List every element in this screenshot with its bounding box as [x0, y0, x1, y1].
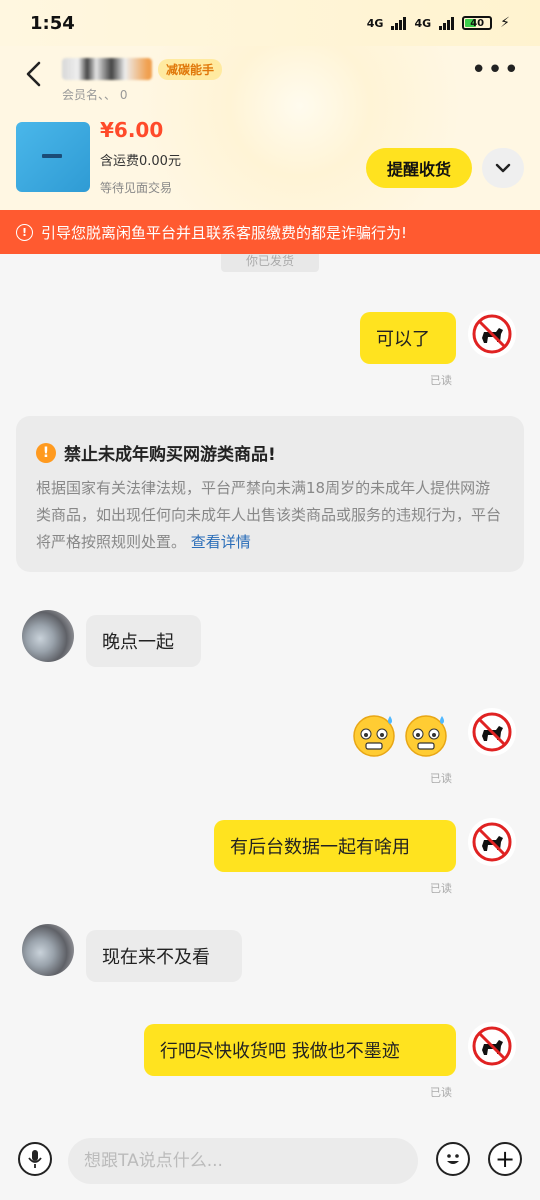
no-dog-icon — [472, 712, 512, 752]
no-dog-icon — [472, 314, 512, 354]
alert-icon: ! — [16, 223, 33, 241]
message-bubble-mine[interactable]: 可以了 — [360, 312, 456, 364]
trade-status: 等待见面交易 — [100, 181, 173, 195]
add-attachment-button[interactable]: + — [488, 1142, 522, 1176]
status-time: 1:54 — [30, 12, 75, 34]
read-status: 已读 — [430, 772, 452, 785]
read-status: 已读 — [430, 882, 452, 895]
notice-title: 禁止未成年购买网游类商品! — [64, 445, 276, 465]
no-dog-icon — [472, 1026, 512, 1066]
my-avatar[interactable] — [468, 708, 516, 756]
member-info: 会员名、、 0 — [62, 88, 128, 102]
network-label-1: 4G — [366, 16, 384, 30]
fraud-warning-bar: ! 引导您脱离闲鱼平台并且联系客服缴费的都是诈骗行为! — [0, 210, 540, 254]
expand-button[interactable] — [482, 148, 524, 188]
message-bubble-mine[interactable]: 行吧尽快收货吧 我做也不墨迹 — [144, 1024, 456, 1076]
user-name-block[interactable]: 减碳能手 会员名、、 0 — [62, 58, 223, 103]
warning-icon: ! — [36, 442, 56, 463]
anxious-sweat-face-icon — [405, 715, 447, 757]
my-avatar[interactable] — [468, 818, 516, 866]
other-user-avatar[interactable] — [22, 924, 74, 976]
chat-header: 减碳能手 会员名、、 0 ••• ¥6.00 含运费0.00元 等待见面交易 提… — [0, 46, 540, 210]
my-avatar[interactable] — [468, 310, 516, 358]
notice-body-text: 根据国家有关法律法规，平台严禁向未满18周岁的未成年人提供网游类商品，如出现任何… — [36, 479, 502, 551]
notice-body: 根据国家有关法律法规，平台严禁向未满18周岁的未成年人提供网游类商品，如出现任何… — [36, 475, 504, 556]
back-button[interactable] — [16, 56, 52, 92]
fraud-warning-text: 引导您脱离闲鱼平台并且联系客服缴费的都是诈骗行为! — [41, 223, 408, 242]
chevron-down-icon — [495, 163, 511, 173]
signal-icon — [439, 16, 455, 30]
status-icons: 4G 4G 40 ⚡ — [367, 15, 510, 31]
blurred-username — [62, 58, 152, 80]
emoji-picker-button[interactable] — [436, 1142, 470, 1176]
anxious-sweat-face-icon — [353, 715, 395, 757]
battery-icon: 40 — [462, 16, 493, 30]
product-price: ¥6.00 — [100, 118, 164, 142]
voice-input-button[interactable] — [18, 1142, 52, 1176]
message-bubble-mine[interactable]: 有后台数据一起有啥用 — [214, 820, 456, 872]
view-details-link[interactable]: 查看详情 — [191, 533, 251, 551]
product-thumbnail[interactable] — [16, 122, 90, 192]
product-info: ¥6.00 含运费0.00元 等待见面交易 — [100, 118, 181, 196]
read-status: 已读 — [430, 1086, 452, 1099]
signal-icon — [391, 16, 407, 30]
network-label-2: 4G — [414, 16, 432, 30]
no-dog-icon — [472, 822, 512, 862]
other-user-avatar[interactable] — [22, 610, 74, 662]
read-status: 已读 — [430, 374, 452, 387]
message-input[interactable] — [68, 1138, 418, 1184]
more-options-button[interactable]: ••• — [471, 57, 520, 83]
user-badge: 减碳能手 — [158, 58, 223, 80]
lightning-icon: ⚡ — [500, 15, 510, 31]
microphone-icon — [28, 1150, 42, 1168]
shipping-fee: 含运费0.00元 — [100, 154, 181, 169]
status-bar: 1:54 4G 4G 40 ⚡ — [0, 0, 540, 46]
remind-receipt-button[interactable]: 提醒收货 — [366, 148, 472, 188]
smiley-icon — [447, 1154, 459, 1164]
system-message-shipped: 你已发货 — [221, 254, 319, 272]
battery-level: 40 — [470, 17, 485, 29]
chat-input-bar: + — [0, 1128, 540, 1200]
my-avatar[interactable] — [468, 1022, 516, 1070]
message-bubble-theirs[interactable]: 晚点一起 — [86, 615, 201, 667]
emoji-message[interactable] — [350, 710, 450, 758]
minor-purchase-notice: ! 禁止未成年购买网游类商品! 根据国家有关法律法规，平台严禁向未满18周岁的未… — [16, 416, 524, 572]
chevron-left-icon — [26, 61, 41, 87]
message-bubble-theirs[interactable]: 现在来不及看 — [86, 930, 242, 982]
